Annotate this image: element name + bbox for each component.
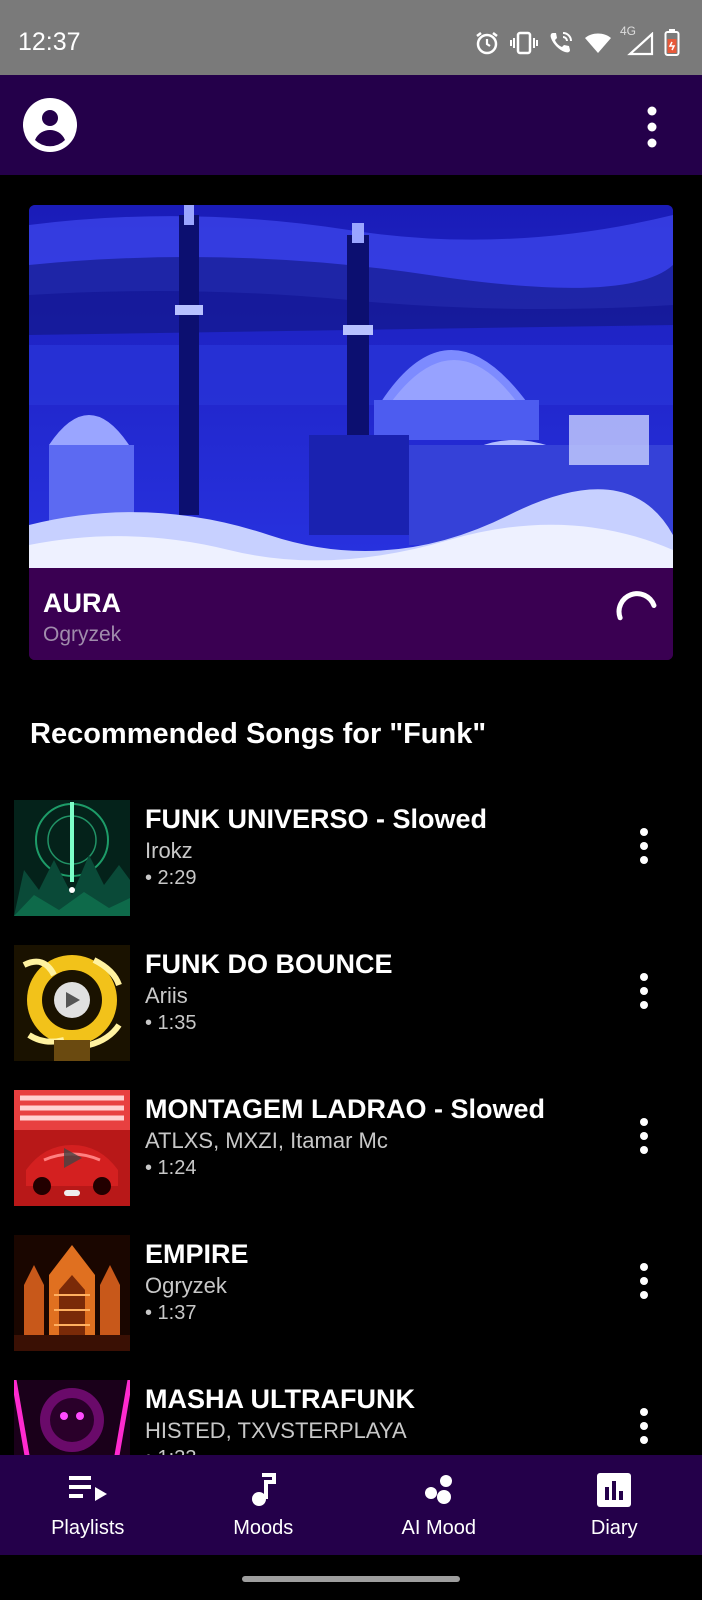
more-vert-icon[interactable] xyxy=(632,826,656,866)
song-title: FUNK UNIVERSO - Slowed xyxy=(145,804,488,834)
bar-chart-icon xyxy=(597,1473,632,1507)
status-time: 12:37 xyxy=(18,28,81,56)
song-artist: Ariis xyxy=(145,983,188,1008)
song-thumbnail xyxy=(14,945,130,1061)
song-duration: • 2:29 xyxy=(145,867,197,889)
song-duration: • 1:24 xyxy=(145,1157,197,1179)
wifi-icon xyxy=(585,33,611,53)
music-note-icon xyxy=(252,1473,277,1506)
song-thumbnail xyxy=(14,800,130,916)
section-title: Recommended Songs for "Funk" xyxy=(30,718,487,750)
gesture-nav-area xyxy=(0,1555,702,1600)
more-vert-icon[interactable] xyxy=(632,1116,656,1156)
song-artist: ATLXS, MXZI, Itamar Mc xyxy=(145,1128,388,1153)
playlist-play-icon xyxy=(68,1476,107,1501)
song-title: EMPIRE xyxy=(145,1239,249,1269)
song-item[interactable]: EMPIRE Ogryzek • 1:37 xyxy=(0,1235,702,1353)
alarm-icon xyxy=(476,32,498,55)
nav-label: AI Mood xyxy=(401,1517,476,1539)
bottom-nav: Playlists Moods AI Mood Diary xyxy=(0,1455,702,1555)
now-playing-info: AURA Ogryzek xyxy=(29,568,673,660)
now-playing-artist: Ogryzek xyxy=(43,623,122,646)
nav-moods[interactable]: Moods xyxy=(176,1455,352,1555)
song-artist: Ogryzek xyxy=(145,1273,227,1298)
song-title: MONTAGEM LADRAO - Slowed xyxy=(145,1094,545,1124)
song-thumbnail xyxy=(14,1090,130,1206)
song-title: MASHA ULTRAFUNK xyxy=(145,1384,415,1414)
song-item[interactable]: MONTAGEM LADRAO - Slowed ATLXS, MXZI, It… xyxy=(0,1090,702,1208)
song-duration: • 1:33 xyxy=(145,1447,196,1455)
nav-label: Playlists xyxy=(51,1517,125,1539)
app-bar xyxy=(0,75,702,175)
more-vert-icon[interactable] xyxy=(632,1261,656,1301)
status-icons: 4G xyxy=(474,24,680,60)
now-playing-title: AURA xyxy=(43,588,121,618)
now-playing-artwork xyxy=(29,205,673,568)
battery-low-icon xyxy=(664,29,680,56)
more-vert-icon[interactable] xyxy=(632,971,656,1011)
song-artist: Irokz xyxy=(145,838,193,863)
account-circle-icon[interactable] xyxy=(22,97,78,153)
now-playing-card[interactable]: AURA Ogryzek xyxy=(29,205,673,660)
song-item[interactable]: FUNK UNIVERSO - Slowed Irokz • 2:29 xyxy=(0,800,702,918)
song-duration: • 1:37 xyxy=(145,1302,197,1324)
nav-ai-mood[interactable]: AI Mood xyxy=(351,1455,527,1555)
song-thumbnail xyxy=(14,1235,130,1351)
vibrate-icon xyxy=(510,31,538,55)
nav-diary[interactable]: Diary xyxy=(527,1455,702,1555)
more-vert-icon[interactable] xyxy=(632,1406,656,1446)
song-thumbnail xyxy=(14,1380,130,1455)
more-vert-icon[interactable] xyxy=(640,105,664,149)
nav-label: Moods xyxy=(233,1517,294,1539)
song-duration: • 1:35 xyxy=(145,1012,197,1034)
wifi-call-icon xyxy=(550,32,572,53)
song-artist: HISTED, TXVSTERPLAYA xyxy=(145,1418,407,1443)
nav-playlists[interactable]: Playlists xyxy=(0,1455,176,1555)
cell-signal-icon: 4G xyxy=(620,24,654,56)
loading-spinner-icon xyxy=(616,591,657,621)
song-list: FUNK UNIVERSO - Slowed Irokz • 2:29 FUNK… xyxy=(0,800,702,1455)
gesture-handle[interactable] xyxy=(242,1576,460,1582)
song-item[interactable]: MASHA ULTRAFUNK HISTED, TXVSTERPLAYA • 1… xyxy=(0,1380,702,1455)
song-item[interactable]: FUNK DO BOUNCE Ariis • 1:35 xyxy=(0,945,702,1063)
status-bar: 12:37 4G xyxy=(0,0,702,75)
nav-label: Diary xyxy=(590,1517,638,1539)
bubbles-icon xyxy=(424,1475,452,1504)
song-title: FUNK DO BOUNCE xyxy=(145,949,393,979)
